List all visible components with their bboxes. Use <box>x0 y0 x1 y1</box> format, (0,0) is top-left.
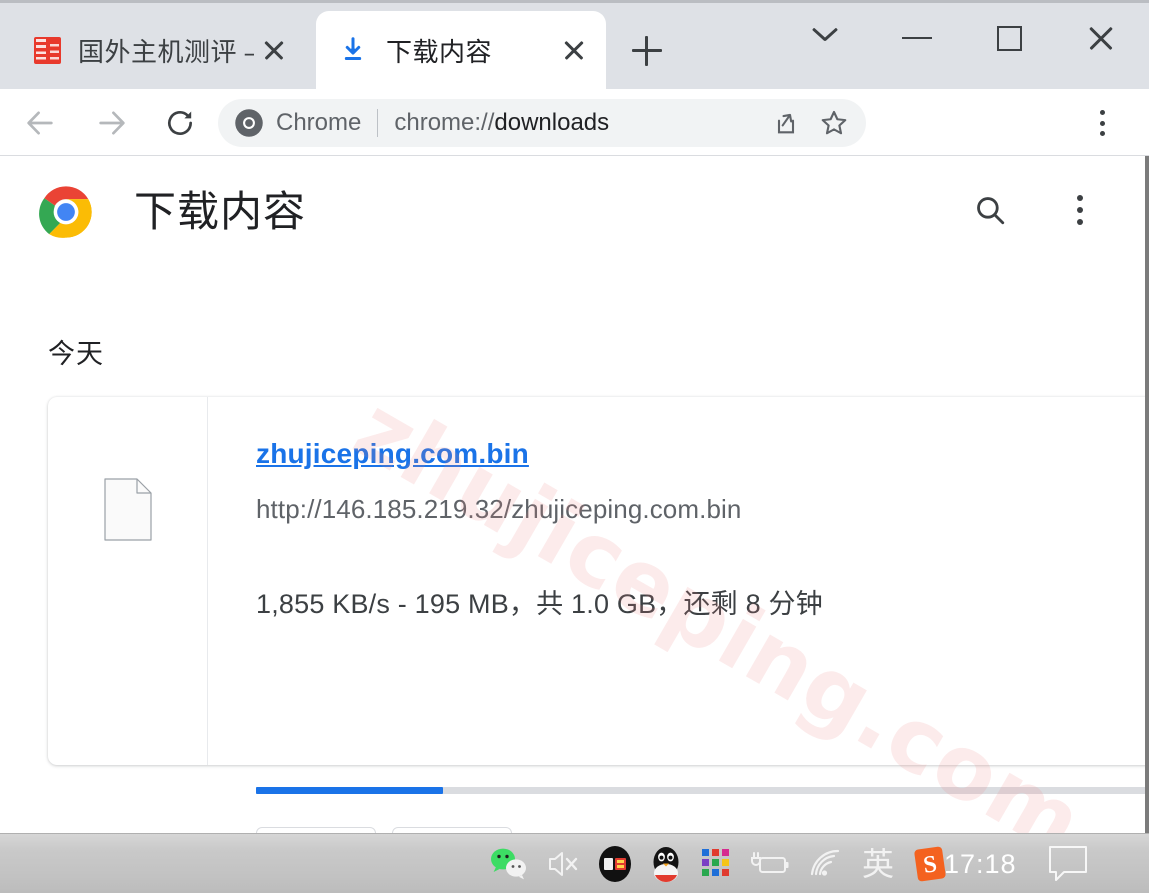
three-dot-menu-icon <box>1099 110 1105 116</box>
maximize-button[interactable] <box>974 10 1044 66</box>
sogou-icon[interactable]: S <box>912 842 948 886</box>
notification-icon[interactable] <box>1046 834 1090 893</box>
window-title-bar-edge <box>0 0 1149 3</box>
url-path: downloads <box>494 109 610 136</box>
tab-downloads[interactable]: 下载内容 <box>316 11 606 89</box>
download-icon <box>338 35 368 65</box>
minimize-icon <box>902 36 932 40</box>
omnibox-url: chrome://downloads <box>394 109 609 137</box>
chrome-logo-icon <box>234 108 264 138</box>
three-dot-menu-icon <box>1077 195 1083 201</box>
downloads-menu-button[interactable] <box>1056 186 1104 234</box>
close-icon <box>1086 23 1116 53</box>
omnibox-app-label: Chrome <box>276 109 362 136</box>
date-section-label: 今天 <box>48 339 104 369</box>
wechat-icon[interactable] <box>490 842 528 886</box>
system-tray: 英 S <box>490 834 948 893</box>
wifi-icon[interactable] <box>808 842 844 886</box>
bookmark-star-icon[interactable] <box>816 105 852 141</box>
qq-penguin-icon[interactable] <box>650 842 682 886</box>
tab-search-button[interactable] <box>790 10 860 66</box>
tab-title: 下载内容 <box>386 36 493 67</box>
search-downloads-button[interactable] <box>966 186 1014 234</box>
forward-arrow-icon <box>99 111 125 135</box>
tab-close-button[interactable] <box>254 30 294 70</box>
window-close-button[interactable] <box>1066 10 1136 66</box>
download-progress-bar <box>256 787 1146 794</box>
tab-guowai-zhuji-ceping[interactable]: 国外主机测评 – <box>8 11 306 89</box>
browser-window: 国外主机测评 – 下载内容 Chrome chrome://downloads … <box>0 0 1149 893</box>
url-scheme: chrome:// <box>394 109 495 136</box>
reload-button[interactable] <box>156 99 204 147</box>
seal-favicon <box>32 35 62 65</box>
search-icon <box>977 197 1005 225</box>
download-filename-link[interactable]: zhujiceping.com.bin <box>256 438 529 470</box>
reload-icon <box>168 111 192 135</box>
omnibox-separator <box>377 109 379 137</box>
tab-close-button[interactable] <box>554 30 594 70</box>
tab-title: 国外主机测评 – <box>78 36 254 67</box>
address-bar[interactable]: Chrome chrome://downloads <box>218 99 866 147</box>
browser-toolbar: Chrome chrome://downloads <box>0 89 1149 156</box>
battery-charging-icon[interactable] <box>750 842 790 886</box>
downloads-page-header: 下载内容 <box>0 156 1149 266</box>
color-squares-icon[interactable] <box>700 842 732 886</box>
taskbar-clock[interactable]: 17:18 <box>944 834 1017 893</box>
generic-file-icon <box>104 478 152 541</box>
window-right-edge <box>1145 156 1149 833</box>
browser-menu-button[interactable] <box>1082 103 1122 143</box>
minimize-button[interactable] <box>882 10 952 66</box>
download-progress-fill <box>256 787 443 794</box>
taskbar: 英 S 17:18 <box>0 833 1149 893</box>
forward-button[interactable] <box>88 99 136 147</box>
download-details: zhujiceping.com.bin http://146.185.219.3… <box>256 397 1149 833</box>
download-item-card[interactable]: zhujiceping.com.bin http://146.185.219.3… <box>48 397 1149 833</box>
page-title: 下载内容 <box>134 188 307 235</box>
downloads-page: 下载内容 今天 zhujiceping.com.bin http://146.1… <box>0 156 1149 833</box>
back-button[interactable] <box>16 99 64 147</box>
maximize-icon <box>996 25 1022 51</box>
share-icon[interactable] <box>768 105 804 141</box>
app-black-circle-icon[interactable] <box>598 842 632 886</box>
download-icon-column <box>48 397 208 765</box>
chrome-logo-icon <box>38 184 94 240</box>
download-source-url: http://146.185.219.32/zhujiceping.com.bi… <box>256 494 742 524</box>
back-arrow-icon <box>27 111 53 135</box>
speaker-muted-icon[interactable] <box>546 842 580 886</box>
ime-english-icon[interactable]: 英 <box>862 842 894 886</box>
new-tab-button[interactable] <box>622 26 672 76</box>
tab-strip: 国外主机测评 – 下载内容 <box>0 0 1149 89</box>
chevron-down-icon <box>812 25 838 51</box>
download-status-text: 1,855 KB/s - 195 MB，共 1.0 GB，还剩 8 分钟 <box>256 589 823 619</box>
